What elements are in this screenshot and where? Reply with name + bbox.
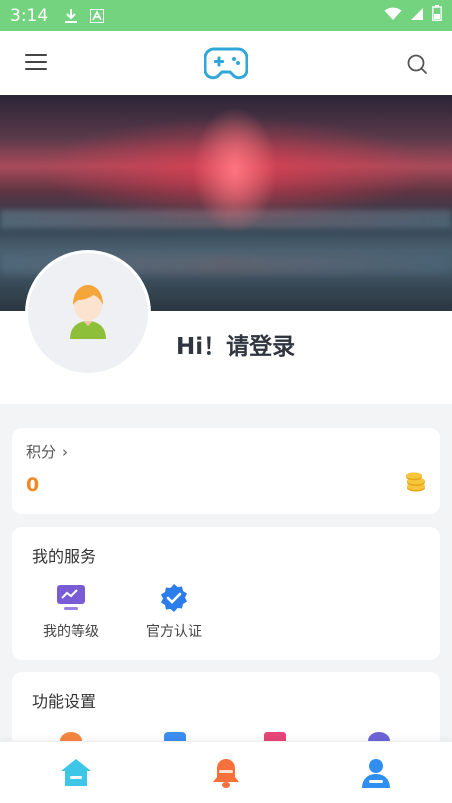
battery-icon [432, 5, 442, 26]
hamburger-menu-icon[interactable] [24, 52, 48, 72]
home-icon [59, 759, 93, 794]
service-item-verification[interactable]: 官方认证 [129, 583, 219, 641]
services-title: 我的服务 [32, 547, 97, 566]
wifi-icon [384, 6, 402, 26]
coins-icon [404, 471, 426, 493]
status-bar: 3:14 [0, 0, 452, 31]
points-link[interactable]: 积分 › [26, 441, 68, 462]
features-title: 功能设置 [32, 692, 97, 711]
service-item-level[interactable]: 我的等级 [26, 583, 116, 641]
gamepad-icon [203, 46, 249, 80]
login-prompt[interactable]: Hi！请登录 [176, 327, 295, 361]
banner-band [0, 210, 452, 228]
level-monitor-icon [56, 583, 86, 613]
service-label: 官方认证 [146, 624, 202, 640]
points-card[interactable]: 积分 › 0 [12, 428, 440, 514]
tab-profile[interactable] [359, 756, 393, 790]
verified-badge-icon [159, 583, 189, 613]
user-icon [359, 759, 393, 794]
top-app-bar [0, 31, 452, 95]
points-label: 积分 [26, 443, 57, 461]
download-icon [64, 8, 78, 24]
chevron-right-icon: › [62, 442, 69, 461]
service-label: 我的等级 [43, 624, 99, 640]
status-time: 3:14 [10, 5, 49, 26]
bottom-tab-bar [0, 741, 452, 803]
avatar[interactable] [25, 250, 151, 376]
search-icon[interactable] [406, 53, 428, 75]
signal-icon [410, 6, 424, 26]
default-avatar-icon [66, 283, 110, 343]
my-services-card: 我的服务 我的等级 官方认证 [12, 527, 440, 660]
font-a-icon [90, 8, 105, 23]
points-value: 0 [26, 474, 40, 496]
tab-notifications[interactable] [209, 756, 243, 790]
bell-icon [209, 759, 243, 794]
tab-home[interactable] [59, 756, 93, 790]
